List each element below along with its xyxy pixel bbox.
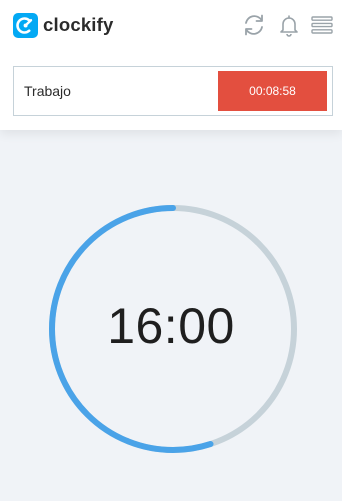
description-input[interactable] — [14, 67, 214, 115]
time-entry-box: 00:08:58 — [13, 66, 333, 116]
bell-icon[interactable] — [276, 12, 302, 38]
sync-icon[interactable] — [241, 12, 267, 38]
clockify-logo-icon — [13, 12, 38, 38]
stop-timer-button[interactable]: 00:08:58 — [218, 71, 327, 111]
hamburger-menu-icon[interactable] — [311, 12, 333, 38]
pomodoro-ring: 16:00 — [0, 130, 342, 501]
logo-text: clockify — [43, 14, 114, 35]
header-panel: clockify 00 — [0, 0, 342, 130]
clockify-logo[interactable]: clockify — [13, 12, 114, 38]
pomodoro-time: 16:00 — [107, 298, 235, 354]
app-root: clockify 00 — [0, 0, 342, 501]
